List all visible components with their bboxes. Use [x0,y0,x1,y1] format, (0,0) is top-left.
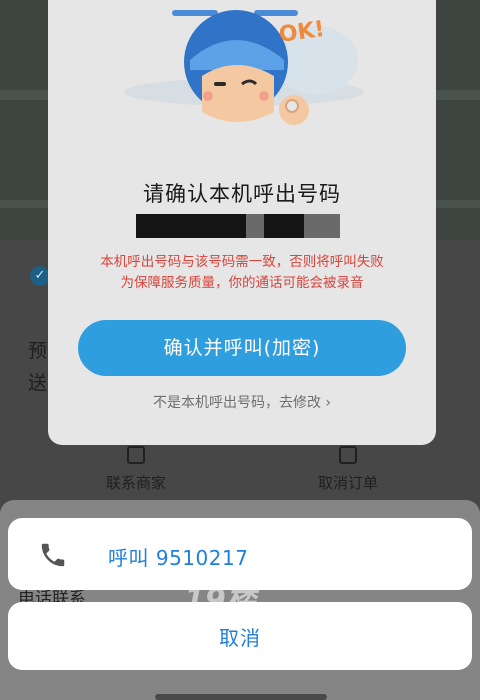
mascot-icon: OK! [124,10,364,125]
warning-text: 本机呼出号码与该号码需一致，否则将呼叫失败 为保障服务质量，你的通话可能会被录音 [68,252,416,294]
redaction-block [136,214,188,238]
warning-line-2: 为保障服务质量，你的通话可能会被录音 [120,275,364,291]
bg-text-1: 预 [28,340,48,362]
warning-line-1: 本机呼出号码与该号码需一致，否则将呼叫失败 [100,254,384,270]
contact-merchant-action[interactable]: 联系商家 [76,446,196,493]
dialog-title: 请确认本机呼出号码 [143,182,341,206]
redaction-block [188,214,246,238]
cancel-order-action[interactable]: 取消订单 [288,446,408,493]
chevron-right-icon: › [325,395,332,411]
cancel-order-icon [339,446,357,464]
phone-icon [41,543,65,567]
modify-number-label: 不是本机呼出号码，去修改 [152,395,321,411]
redaction-block [304,214,340,238]
cancel-button[interactable]: 取消 [8,602,472,670]
cancel-label: 取消 [219,626,261,650]
cancel-order-label: 取消订单 [317,474,378,492]
home-indicator[interactable] [155,694,327,700]
contact-merchant-label: 联系商家 [105,474,166,492]
confirm-call-button[interactable]: 确认并呼叫(加密) [78,320,406,376]
call-number-option[interactable]: 呼叫 9510217 [8,518,472,590]
bg-text-2: 送 [28,372,48,394]
check-icon: ✓ [30,266,50,286]
modify-number-link[interactable]: 不是本机呼出号码，去修改 › [48,392,436,412]
mascot-illustration: OK! [48,0,436,150]
chat-icon [127,446,145,464]
masked-phone-number [48,214,436,238]
call-number-label: 呼叫 9510217 [108,546,249,570]
confirm-number-dialog: OK! 请确认本机呼出号码 本机呼出号码与该号码需一致，否则将呼叫失败 为保障服… [48,0,436,445]
